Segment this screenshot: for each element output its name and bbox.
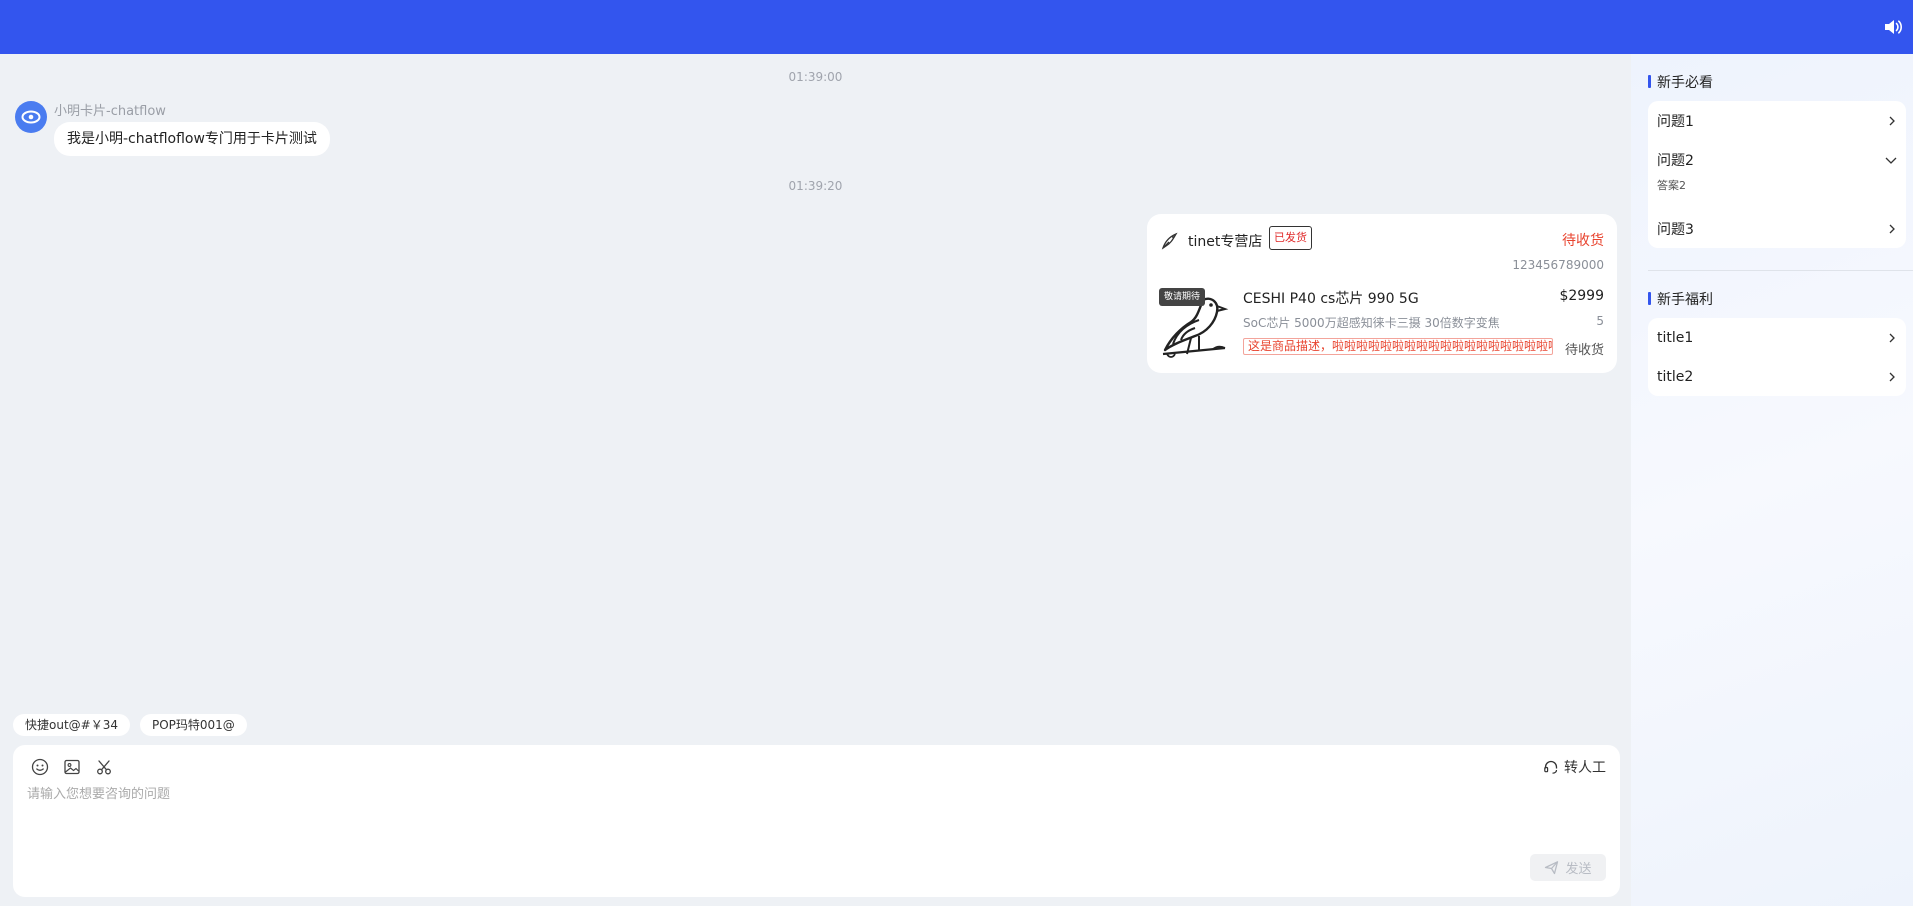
image-icon[interactable] bbox=[62, 757, 82, 777]
message-composer: 转人工 发送 bbox=[13, 745, 1620, 897]
emoji-icon[interactable] bbox=[30, 757, 50, 777]
shipped-badge: 已发货 bbox=[1269, 226, 1312, 250]
faq-item[interactable]: title1 bbox=[1648, 318, 1906, 357]
quick-reply-chip[interactable]: 快捷out@#￥34 bbox=[13, 714, 130, 736]
faq-item-label: 问题1 bbox=[1657, 113, 1694, 130]
bot-message-bubble: 我是小明-chatfloflow专门用于卡片测试 bbox=[54, 122, 330, 156]
speaker-icon[interactable] bbox=[1883, 17, 1903, 37]
top-bar bbox=[0, 0, 1913, 54]
faq-item-label: 问题2 bbox=[1657, 152, 1694, 169]
shop-name: tinet专营店 bbox=[1188, 234, 1263, 250]
order-card[interactable]: tinet专营店 已发货 待收货 123456789000 敬请期待 CESHI… bbox=[1147, 214, 1617, 373]
section-title-guide: 新手必看 bbox=[1648, 72, 1713, 92]
message-timestamp: 01:39:00 bbox=[788, 70, 843, 84]
eye-icon bbox=[21, 110, 41, 124]
bot-name: 小明卡片-chatflow bbox=[54, 104, 166, 119]
product-description: 这是商品描述，啦啦啦啦啦啦啦啦啦啦啦啦啦啦啦啦啦啦啦啦啦啦 bbox=[1243, 338, 1553, 355]
faq-item[interactable]: title2 bbox=[1648, 357, 1906, 396]
transfer-label: 转人工 bbox=[1564, 760, 1606, 776]
order-status: 待收货 bbox=[1562, 233, 1604, 249]
faq-item-expanded[interactable]: 问题2 bbox=[1648, 140, 1906, 179]
shop-icon bbox=[1160, 231, 1180, 251]
faq-answer: 答案2 bbox=[1657, 179, 1686, 192]
message-timestamp: 01:39:20 bbox=[788, 179, 843, 193]
product-status: 待收货 bbox=[1564, 343, 1604, 358]
faq-card-benefits: title1 title2 bbox=[1648, 318, 1906, 396]
product-quantity: 5 bbox=[1596, 314, 1604, 328]
send-icon bbox=[1545, 861, 1559, 875]
chevron-right-icon bbox=[1889, 224, 1895, 233]
divider bbox=[1648, 270, 1913, 271]
faq-item-label: title2 bbox=[1657, 368, 1694, 385]
scissors-icon[interactable] bbox=[94, 757, 114, 777]
bot-avatar bbox=[15, 101, 47, 133]
chevron-right-icon bbox=[1889, 372, 1895, 381]
help-sidebar: 新手必看 问题1 问题2 答案2 问题3 新手福利 title1 title2 bbox=[1631, 54, 1913, 906]
faq-item-label: title1 bbox=[1657, 329, 1694, 346]
product-spec: SoC芯片 5000万超感知徕卡三摄 30倍数字变焦 bbox=[1243, 316, 1500, 330]
order-number: 123456789000 bbox=[1512, 258, 1604, 272]
product-name: CESHI P40 cs芯片 990 5G bbox=[1243, 291, 1419, 307]
chevron-down-icon bbox=[1885, 157, 1897, 164]
chevron-right-icon bbox=[1889, 333, 1895, 342]
send-button[interactable]: 发送 bbox=[1530, 854, 1606, 881]
faq-item[interactable]: 问题1 bbox=[1648, 101, 1906, 140]
headset-icon bbox=[1544, 760, 1558, 774]
message-input[interactable] bbox=[27, 783, 1597, 843]
chevron-right-icon bbox=[1889, 116, 1895, 125]
quick-reply-chip[interactable]: POP玛特001@ bbox=[139, 714, 247, 736]
faq-item[interactable]: 问题3 bbox=[1648, 209, 1906, 248]
product-price: $2999 bbox=[1559, 288, 1604, 304]
send-label: 发送 bbox=[1565, 862, 1592, 877]
faq-item-label: 问题3 bbox=[1657, 221, 1694, 238]
section-title-benefits: 新手福利 bbox=[1648, 289, 1713, 309]
faq-card-guide: 问题1 问题2 答案2 问题3 bbox=[1648, 101, 1906, 248]
product-tag: 敬请期待 bbox=[1159, 288, 1206, 306]
transfer-to-agent-button[interactable]: 转人工 bbox=[1543, 757, 1606, 777]
quick-replies: 快捷out@#￥34 POP玛特001@ bbox=[13, 714, 247, 736]
